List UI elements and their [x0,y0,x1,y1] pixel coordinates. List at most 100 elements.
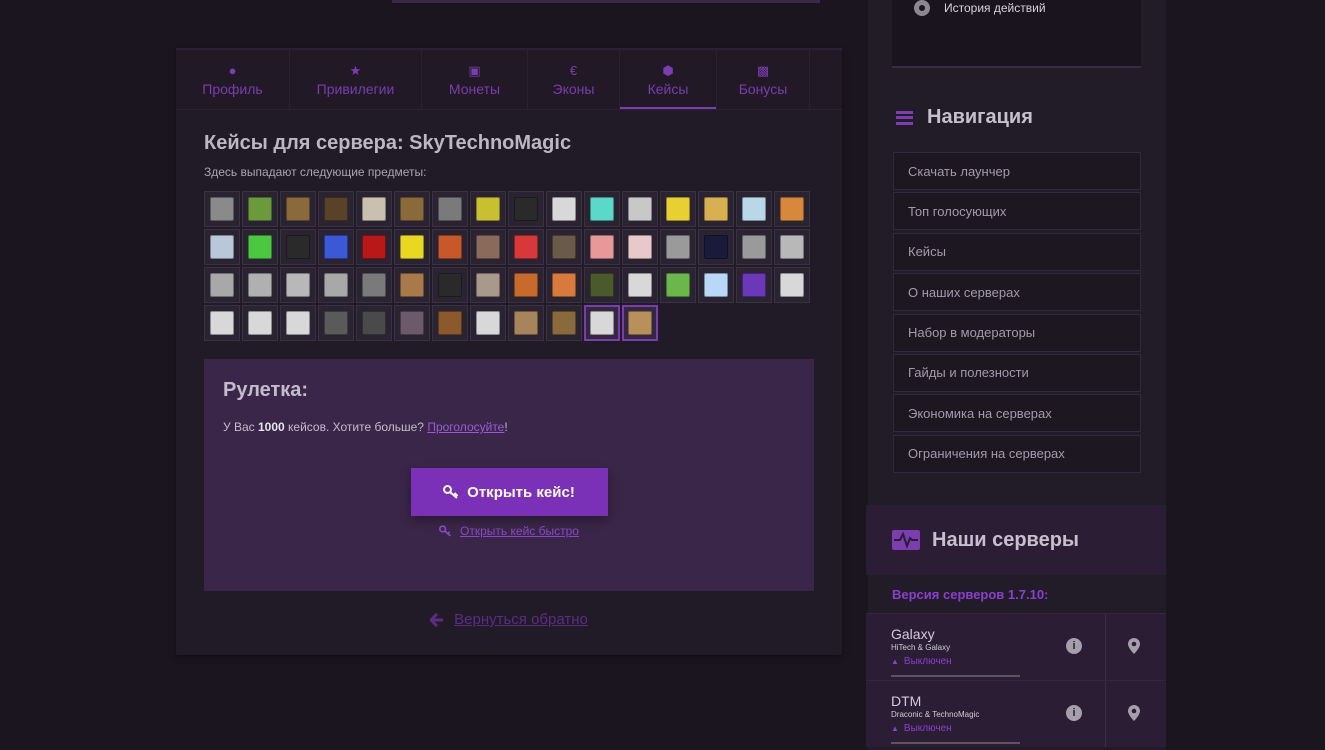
nav-item-economy[interactable]: Экономика на серверах [893,394,1141,433]
nav-item-cases[interactable]: Кейсы [893,232,1141,271]
map-pin-icon[interactable] [1128,705,1140,721]
case-item[interactable] [470,267,506,303]
item-icon [210,235,234,259]
case-item[interactable] [242,191,278,227]
case-item[interactable] [280,305,316,341]
nav-item-launcher[interactable]: Скачать лаунчер [893,152,1141,190]
tab-coins[interactable]: ▣ Монеты [422,50,528,109]
case-item[interactable] [356,229,392,265]
case-item[interactable] [660,191,696,227]
case-item[interactable] [394,191,430,227]
back-link[interactable]: Вернуться обратно [204,611,814,628]
case-item[interactable] [318,305,354,341]
case-item[interactable] [774,229,810,265]
nav-item-about-servers[interactable]: О наших серверах [893,273,1141,312]
case-item[interactable] [318,191,354,227]
item-icon [552,197,576,221]
case-item[interactable] [432,267,468,303]
history-link[interactable]: История действий [914,0,1046,16]
map-pin-icon[interactable] [1128,638,1140,654]
tab-bonuses[interactable]: ▩ Бонусы [716,50,810,109]
items-grid [204,191,814,343]
case-item[interactable] [470,191,506,227]
case-item[interactable] [508,267,544,303]
case-item[interactable] [736,229,772,265]
case-item[interactable] [774,267,810,303]
open-case-fast-link[interactable]: Открыть кейс быстро [223,524,795,538]
case-item[interactable] [242,229,278,265]
case-item[interactable] [546,305,582,341]
server-status: ▲ Выключен [891,723,952,734]
case-item[interactable] [356,305,392,341]
case-item[interactable] [546,267,582,303]
case-item[interactable] [584,267,620,303]
case-item[interactable] [318,267,354,303]
case-item[interactable] [356,191,392,227]
item-icon [590,273,614,297]
case-item[interactable] [508,305,544,341]
case-item[interactable] [204,305,240,341]
case-item[interactable] [584,305,620,341]
case-item[interactable] [736,191,772,227]
case-item[interactable] [432,229,468,265]
page-title: Кейсы для сервера: SkyTechnoMagic [204,132,572,154]
case-item[interactable] [698,267,734,303]
case-item[interactable] [698,229,734,265]
case-item[interactable] [242,267,278,303]
gift-icon: ▩ [756,62,770,78]
item-icon [780,235,804,259]
case-item[interactable] [204,267,240,303]
nav-item-top-voters[interactable]: Топ голосующих [893,192,1141,231]
case-item[interactable] [432,191,468,227]
count-prefix: У Вас [223,420,258,434]
info-icon[interactable]: i [1066,705,1082,721]
server-card-galaxy[interactable]: Galaxy HiTech & Galaxy ▲ Выключен i [866,613,1166,680]
server-card-dtm[interactable]: DTM Draconic & TechnoMagic ▲ Выключен i [866,680,1166,747]
case-item[interactable] [432,305,468,341]
case-item[interactable] [546,229,582,265]
case-item[interactable] [698,191,734,227]
case-item[interactable] [394,305,430,341]
case-item[interactable] [584,191,620,227]
case-item[interactable] [204,229,240,265]
case-item[interactable] [280,229,316,265]
nav-item-moderators[interactable]: Набор в модераторы [893,313,1141,352]
case-item[interactable] [584,229,620,265]
case-item[interactable] [280,267,316,303]
case-item[interactable] [660,229,696,265]
case-item[interactable] [508,191,544,227]
tab-profile[interactable]: ● Профиль [176,50,290,109]
tab-cases[interactable]: ⬢ Кейсы [620,50,716,109]
tab-privileges[interactable]: ★ Привилегии [290,50,422,109]
info-icon[interactable]: i [1066,638,1082,654]
open-case-button[interactable]: Открыть кейс! [410,468,608,516]
case-item[interactable] [242,305,278,341]
nav-item-guides[interactable]: Гайды и полезности [893,353,1141,392]
case-item[interactable] [660,267,696,303]
case-item[interactable] [280,191,316,227]
item-icon [286,235,310,259]
case-item[interactable] [774,191,810,227]
case-item[interactable] [470,305,506,341]
tab-econs[interactable]: € Эконы [528,50,620,109]
case-item[interactable] [470,229,506,265]
case-item[interactable] [204,191,240,227]
case-item[interactable] [356,267,392,303]
item-icon [400,311,424,335]
case-item[interactable] [394,267,430,303]
case-item[interactable] [736,267,772,303]
cases-card: ● Профиль ★ Привилегии ▣ Монеты € Эконы … [176,48,842,655]
vote-link[interactable]: Проголосуйте [427,420,504,434]
cases-count: 1000 [257,420,285,434]
nav-item-restrictions[interactable]: Ограничения на серверах [893,434,1141,473]
case-item[interactable] [546,191,582,227]
case-item[interactable] [508,229,544,265]
case-item[interactable] [318,229,354,265]
item-icon [628,197,652,221]
items-caption: Здесь выпадают следующие предметы: [204,165,427,179]
case-item[interactable] [622,267,658,303]
case-item[interactable] [622,191,658,227]
case-item[interactable] [622,305,658,341]
case-item[interactable] [394,229,430,265]
case-item[interactable] [622,229,658,265]
